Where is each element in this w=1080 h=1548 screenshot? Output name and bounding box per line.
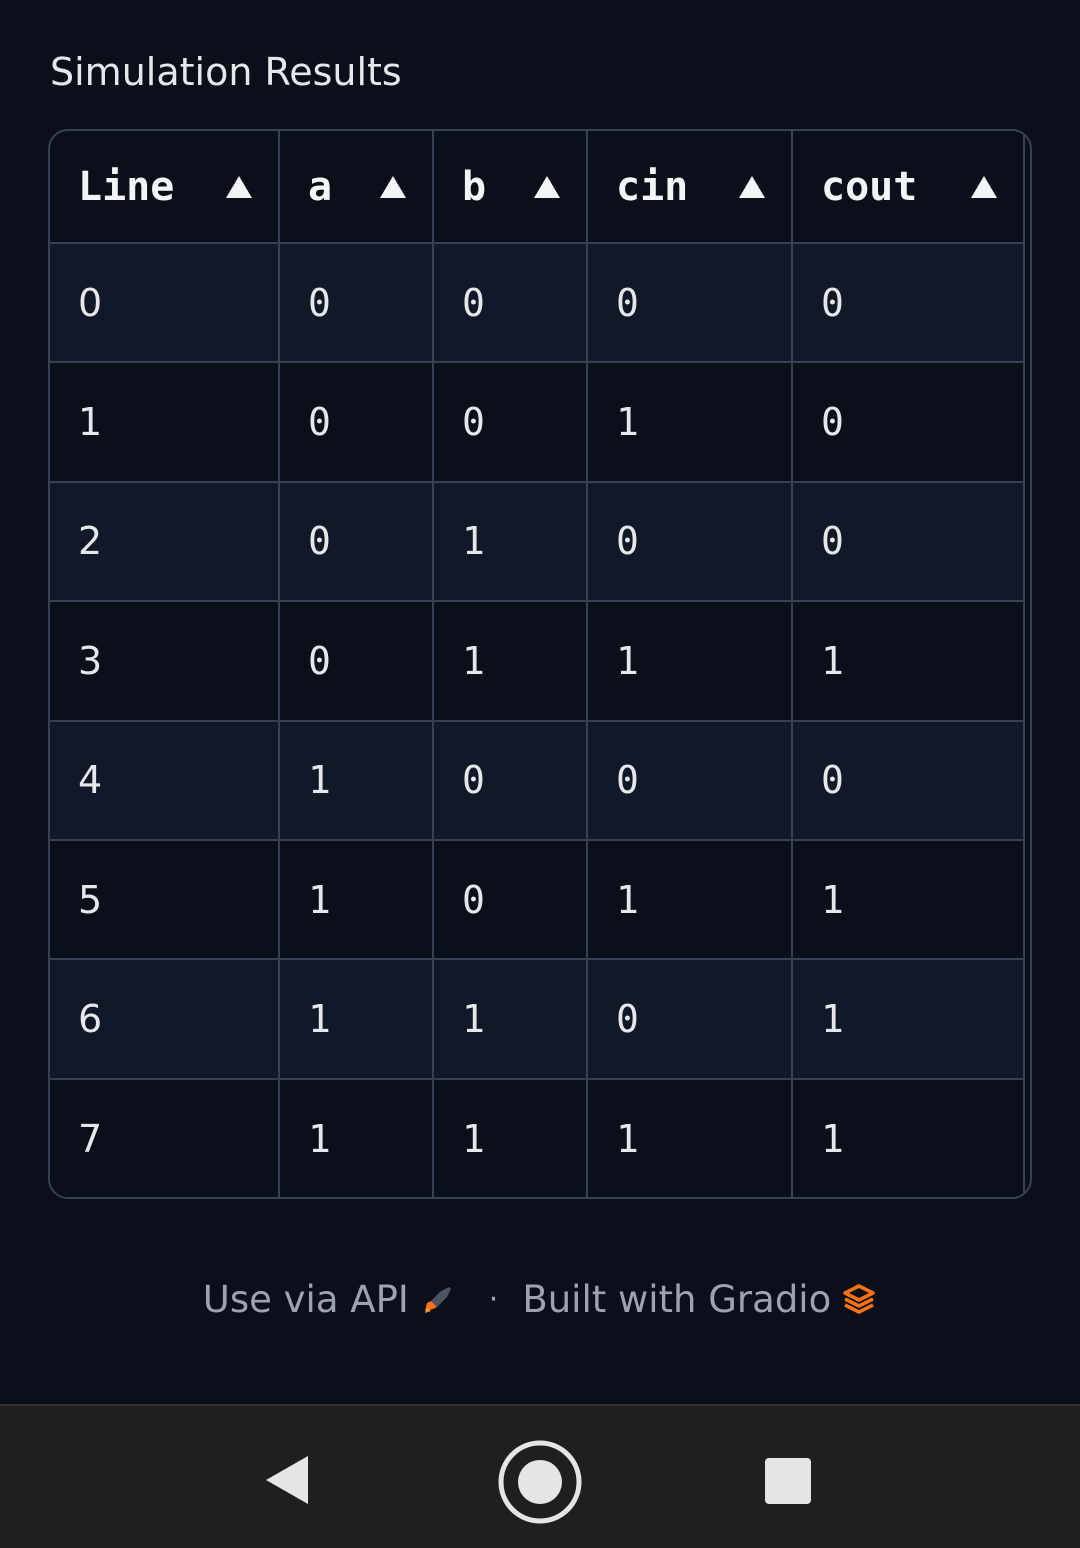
table-cell[interactable]: 1 — [433, 959, 588, 1080]
table-cell[interactable]: 4 — [50, 720, 280, 841]
table-cell[interactable]: 3 — [50, 601, 280, 722]
table-cell[interactable]: 0 — [433, 720, 588, 841]
use-via-api-link[interactable]: Use via API — [203, 1278, 455, 1321]
table-cell[interactable]: 0 — [433, 839, 588, 961]
table-cell[interactable]: 1 — [433, 1078, 588, 1197]
sort-ascending-icon[interactable] — [739, 175, 765, 198]
table-cell[interactable]: 1 — [792, 601, 1025, 722]
table-cell[interactable]: 1 — [587, 839, 793, 961]
table-cell[interactable]: 1 — [587, 1078, 793, 1197]
sort-ascending-icon[interactable] — [971, 175, 997, 198]
table-row: 5 1 0 1 1 — [50, 839, 1025, 961]
gradio-logo-icon — [843, 1283, 875, 1314]
table-cell[interactable]: 1 — [587, 362, 793, 483]
table-cell[interactable]: 0 — [792, 362, 1025, 483]
table-cell[interactable]: 0 — [792, 243, 1025, 364]
column-header-a[interactable]: a — [279, 131, 434, 244]
column-header-cout[interactable]: cout — [792, 131, 1025, 244]
column-label: cin — [616, 163, 689, 210]
table-cell[interactable]: 0 — [279, 362, 434, 483]
table-cell[interactable]: 0 — [279, 481, 434, 603]
recents-square-icon[interactable] — [765, 1458, 811, 1504]
results-table-container: Line a b cin cout 0 0 0 0 0 1 0 0 1 0 2 … — [48, 129, 1032, 1199]
home-circle-icon[interactable] — [497, 1439, 583, 1525]
column-label: Line — [78, 163, 175, 210]
table-cell[interactable]: 0 — [279, 601, 434, 722]
column-header-cin[interactable]: cin — [587, 131, 793, 244]
table-cell[interactable]: 0 — [587, 720, 793, 841]
table-cell[interactable]: 1 — [279, 720, 434, 841]
table-cell[interactable]: 6 — [50, 959, 280, 1080]
column-label: b — [462, 163, 487, 210]
table-cell[interactable]: 7 — [50, 1078, 280, 1197]
back-triangle-icon[interactable] — [262, 1452, 312, 1508]
table-cell[interactable]: 1 — [433, 601, 588, 722]
table-cell[interactable]: 2 — [50, 481, 280, 603]
rocket-icon — [424, 1286, 451, 1313]
table-row: 0 0 0 0 0 — [50, 243, 1025, 364]
table-cell[interactable]: 0 — [792, 481, 1025, 603]
table-cell[interactable]: 0 — [587, 243, 793, 364]
table-cell[interactable]: 0 — [433, 243, 588, 364]
table-cell[interactable]: 0 — [279, 243, 434, 364]
table-row: 2 0 1 0 0 — [50, 481, 1025, 603]
column-label: cout — [821, 163, 918, 210]
sort-ascending-icon[interactable] — [380, 175, 406, 198]
table-cell[interactable]: 1 — [792, 959, 1025, 1080]
table-row: 6 1 1 0 1 — [50, 959, 1025, 1080]
table-cell[interactable]: 1 — [433, 481, 588, 603]
sort-ascending-icon[interactable] — [226, 175, 252, 198]
table-row: 1 0 0 1 0 — [50, 362, 1025, 483]
built-with-gradio-link[interactable]: Built with Gradio — [522, 1278, 877, 1321]
column-label: a — [308, 163, 333, 210]
table-cell[interactable]: 0 — [587, 959, 793, 1080]
table-cell[interactable]: 5 — [50, 839, 280, 961]
table-cell[interactable]: 0 — [433, 362, 588, 483]
footer-separator: · — [488, 1282, 499, 1317]
table-cell[interactable]: 1 — [279, 959, 434, 1080]
column-header-line[interactable]: Line — [50, 131, 280, 244]
built-with-gradio-label: Built with Gradio — [522, 1278, 832, 1321]
use-via-api-label: Use via API — [202, 1278, 409, 1321]
sort-ascending-icon[interactable] — [534, 175, 560, 198]
table-cell[interactable]: 0 — [50, 243, 280, 364]
column-header-b[interactable]: b — [433, 131, 588, 244]
table-cell[interactable]: 0 — [587, 481, 793, 603]
table-header-row: Line a b cin cout — [50, 131, 1025, 244]
table-row: 4 1 0 0 0 — [50, 720, 1025, 841]
results-table: Line a b cin cout 0 0 0 0 0 1 0 0 1 0 2 … — [50, 131, 1025, 1197]
system-navigation-bar — [0, 1404, 1080, 1548]
table-cell[interactable]: 1 — [587, 601, 793, 722]
footer: Use via API · Built with Gradio — [0, 1278, 1080, 1321]
table-row: 3 0 1 1 1 — [50, 601, 1025, 722]
section-title: Simulation Results — [50, 50, 402, 94]
page: Simulation Results Line a b cin cout 0 0… — [0, 0, 1080, 1548]
table-row: 7 1 1 1 1 — [50, 1078, 1025, 1197]
table-cell[interactable]: 1 — [279, 839, 434, 961]
table-cell[interactable]: 1 — [792, 839, 1025, 961]
table-cell[interactable]: 1 — [50, 362, 280, 483]
table-cell[interactable]: 1 — [792, 1078, 1025, 1197]
table-cell[interactable]: 1 — [279, 1078, 434, 1197]
table-cell[interactable]: 0 — [792, 720, 1025, 841]
